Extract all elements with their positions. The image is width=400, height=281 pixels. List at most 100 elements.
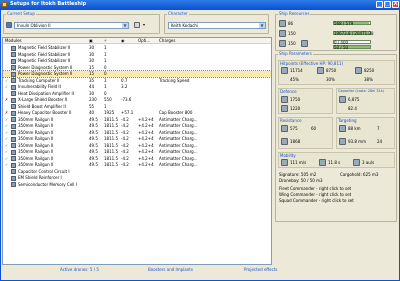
modules-list[interactable]: Modules ▣ ⚡ ◉ Opti... Charges Magnetic F… — [2, 37, 272, 265]
check-icon: ✓ — [4, 149, 9, 154]
table-row[interactable]: Semiconductor Memory Cell I — [3, 182, 271, 188]
module-icon — [11, 149, 16, 155]
close-button[interactable]: X — [392, 1, 399, 8]
squad-commander-link[interactable]: Squad Commander - right click to set — [279, 198, 354, 203]
table-row[interactable]: Magnetic Field Stabilizer II 30 1 — [3, 45, 271, 51]
wing-commander-link[interactable]: Wing Commander - right click to set — [279, 192, 351, 197]
cell-name: Shield Boost Amplifier II — [18, 103, 66, 109]
table-row[interactable]: ✓ 350mm Railgun II 49.5 1811.5 -4.2 +4.2+4 Ant… — [3, 136, 271, 142]
cell-c2: 1 — [104, 51, 107, 57]
col-modules[interactable]: Modules — [5, 38, 22, 44]
cell-name: 350mm Railgun II — [18, 155, 54, 161]
current-setup-value: Invuln Oblivion II — [17, 23, 51, 28]
status-bar: Active drones: 5 / 5 Boosters and Implan… — [2, 266, 398, 274]
col-optimal[interactable]: Opti... — [138, 38, 150, 44]
hp-res-3: 38% — [364, 77, 373, 82]
cell-name: 350mm Railgun II — [18, 116, 54, 122]
cell-charge: Antimatter Charg... — [159, 149, 198, 154]
current-setup-label: Current Setup — [6, 11, 36, 16]
table-row[interactable]: Power Diagnostic System II 15 0 — [2, 70, 272, 78]
maximize-button[interactable]: □ — [384, 1, 391, 8]
chevron-down-icon[interactable]: ▼ — [259, 23, 265, 28]
cell-c2: 1811.5 — [104, 129, 118, 135]
hp-shield: 11714 — [290, 68, 303, 73]
cell-c2: 1811.5 — [104, 136, 118, 141]
cell-c3: +57.1 — [121, 110, 134, 115]
module-icon — [11, 169, 16, 174]
cell-c1: 230 — [89, 97, 97, 102]
table-row[interactable]: Magnetic Field Stabilizer II 30 1 — [3, 52, 271, 58]
check-icon: ✓ — [4, 116, 9, 122]
cell-c2: 1811.5 — [104, 149, 118, 154]
title-bar[interactable]: Setups for Itokh Battleship _ □ X — [0, 0, 400, 9]
character-label: Character — [167, 11, 189, 16]
col-cpu-icon[interactable]: ▣ — [89, 38, 93, 44]
table-row[interactable]: ✗ X-Large Shield Booster II 230 550 -73.6 — [3, 97, 271, 103]
minimize-button[interactable]: _ — [376, 1, 383, 8]
mobility-warp: 3 au/s — [362, 160, 375, 165]
character-group: Character Keith Kodachi ▼ — [164, 11, 269, 34]
chevron-down-icon[interactable]: ▼ — [122, 23, 128, 28]
table-row[interactable]: EM Shield Reinforcer I — [3, 175, 271, 181]
active-drones-status[interactable]: Active drones: 5 / 5 — [60, 266, 99, 274]
cell-c2: 1811.5 — [104, 162, 118, 167]
setup-tools-icon[interactable] — [134, 22, 140, 28]
module-icon — [11, 162, 16, 168]
module-icon — [11, 84, 16, 90]
cpu-icon-value: 86 — [288, 21, 294, 26]
defence-value-2: 1220 — [290, 106, 301, 111]
table-row[interactable]: ✓ 350mm Railgun II 49.5 1811.5 -4.2 +4.2+4 Ant… — [3, 143, 271, 149]
cell-charge: Antimatter Charg... — [159, 136, 198, 141]
fleet-commander-link[interactable]: Fleet Commander - right click to set — [279, 186, 351, 191]
resistance-panel: Resistance 575 60 1868 — [278, 117, 333, 149]
table-row[interactable]: ✓ Tracking Computer II 35 1 0.7 Tracking Spee… — [3, 78, 271, 84]
cell-c1: 49.5 — [89, 116, 98, 122]
col-charges[interactable]: Charges — [159, 38, 175, 44]
cell-charge: Antimatter Charg... — [159, 129, 198, 135]
check-icon: ✓ — [4, 142, 9, 148]
col-cap-icon[interactable]: ◉ — [121, 38, 125, 44]
cell-name: Magnetic Field Stabilizer II — [18, 58, 71, 63]
module-icon — [11, 110, 16, 116]
table-row[interactable]: ✓ 350mm Railgun II 49.5 1811.5 -4.2 +4.2+4 Ant… — [3, 117, 271, 123]
cell-c2: 1811.5 — [104, 123, 118, 128]
table-row[interactable]: ✓ 350mm Railgun II 49.5 1811.5 -4.2 +4.2+4 Ant… — [3, 123, 271, 129]
hp-res-1: 45% — [290, 77, 299, 82]
app-icon — [2, 2, 7, 7]
warp-icon — [353, 159, 360, 166]
cell-c2: 1 — [104, 77, 107, 83]
resistance-value-3: 1868 — [290, 139, 301, 144]
armor-icon — [317, 67, 324, 74]
table-row[interactable]: Magnetic Field Stabilizer II 30 1 — [3, 58, 271, 64]
table-row[interactable]: ✓ Invulnerability Field II 44 1 3.2 — [3, 84, 271, 90]
cell-c2: 1 — [104, 84, 107, 89]
cpu-text: 568 / 579 — [334, 21, 354, 26]
cell-name: 350mm Railgun II — [18, 129, 54, 135]
powergrid-icon — [279, 30, 286, 37]
targeting-sensor: 24 — [377, 139, 383, 144]
scan-icon — [339, 138, 346, 145]
table-row[interactable]: ✓ 350mm Railgun II 49.5 1811.5 -4.2 +4.2+4 Ant… — [3, 162, 271, 168]
boosters-status[interactable]: Boosters and Implants — [148, 266, 193, 274]
dronebay-text: Dronebay: 50 / 50 m3 — [279, 178, 323, 183]
table-row[interactable]: ✓ 350mm Railgun II 49.5 1811.5 -4.2 +4.2+4 Ant… — [3, 149, 271, 155]
table-row[interactable]: ✗ Heavy Capacitor Booster II 40 1925 +57.1 Ca… — [3, 110, 271, 116]
table-row[interactable]: ✓ 350mm Railgun II 49.5 1811.5 -4.2 +4.2+4 Ant… — [3, 156, 271, 162]
col-power-icon[interactable]: ⚡ — [104, 38, 107, 44]
table-row[interactable]: Shield Boost Amplifier II 55 1 — [3, 104, 271, 110]
current-setup-select[interactable]: Invuln Oblivion II ▼ — [14, 22, 129, 29]
table-row[interactable]: Power Diagnostic System II 15 0 — [3, 65, 271, 71]
cell-c2: 1 — [104, 45, 107, 50]
projected-status[interactable]: Projected effects — [244, 266, 278, 274]
cell-c3: -4.2 — [121, 162, 129, 167]
cell-c4: +4.2+4 — [138, 116, 154, 122]
table-row[interactable]: ✓ 350mm Railgun II 49.5 1811.5 -4.2 +4.2+4 Ant… — [3, 130, 271, 136]
setup-tools-chevron-icon[interactable]: ▾ — [143, 22, 145, 27]
cell-c3: -4.2 — [121, 142, 129, 148]
capacitor-panel: Capacitor (Lasts: 28m 31s) 6,875 82.4 — [336, 88, 395, 114]
character-select[interactable]: Keith Kodachi ▼ — [168, 22, 266, 29]
ship-panel: Ship Resources 86 150 150 568 / 579 1967… — [275, 12, 398, 264]
mobility-speed: 111 m/s — [290, 160, 307, 165]
table-row[interactable]: Capacitor Control Circuit I — [3, 169, 271, 175]
table-row[interactable]: Heat Dissipation Amplifier II 30 0 — [3, 91, 271, 97]
